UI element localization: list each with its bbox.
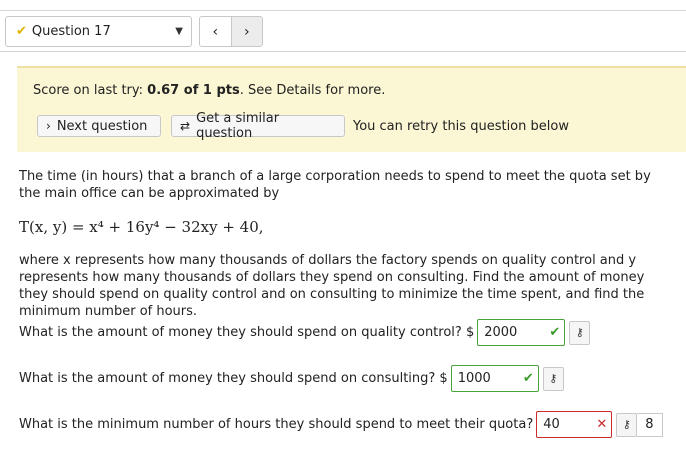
key-icon[interactable]: ⚷ xyxy=(616,412,638,437)
next-question-button[interactable]: › Next question xyxy=(37,115,161,137)
retry-note: You can retry this question below xyxy=(353,119,569,134)
score-value: 0.67 of 1 pts xyxy=(147,83,240,98)
question-text: What is the amount of money they should … xyxy=(19,371,448,386)
problem-where: where x represents how many thousands of… xyxy=(19,253,645,319)
prev-question-button[interactable]: ‹ xyxy=(200,17,232,46)
similar-question-button[interactable]: ⇄ Get a similar question xyxy=(171,111,345,141)
chevron-left-icon: ‹ xyxy=(212,23,219,40)
check-icon: ✔ xyxy=(16,24,27,39)
question-label: Question 17 xyxy=(31,24,111,39)
score-panel: Score on last try: 0.67 of 1 pts. See De… xyxy=(17,66,686,152)
question-row-quality: What is the amount of money they should … xyxy=(19,319,591,346)
answer-input-hours[interactable]: 40 ✕ xyxy=(536,411,613,438)
question-text: What is the amount of money they should … xyxy=(19,325,475,340)
check-icon: ✔ xyxy=(549,325,561,340)
question-nav: ‹ › xyxy=(199,16,263,47)
question-select[interactable]: ✔ Question 17 ▼ xyxy=(5,16,192,47)
question-row-hours: What is the minimum number of hours they… xyxy=(19,411,663,438)
question-text: What is the minimum number of hours they… xyxy=(19,417,534,432)
next-question-nav-button[interactable]: › xyxy=(231,17,262,46)
check-icon: ✔ xyxy=(522,371,534,386)
answer-input-quality[interactable]: 2000 ✔ xyxy=(477,319,566,346)
key-icon[interactable]: ⚷ xyxy=(542,366,564,391)
attempts-badge: 8 xyxy=(637,412,663,437)
chevron-right-icon: › xyxy=(46,119,51,133)
question-row-consulting: What is the amount of money they should … xyxy=(19,365,564,392)
score-text: Score on last try: 0.67 of 1 pts. See De… xyxy=(33,83,386,98)
top-divider xyxy=(0,10,686,11)
header-divider xyxy=(0,51,686,52)
problem-intro: The time (in hours) that a branch of a l… xyxy=(19,169,651,201)
refresh-icon: ⇄ xyxy=(180,119,191,133)
answer-input-consulting[interactable]: 1000 ✔ xyxy=(450,365,539,392)
x-icon: ✕ xyxy=(596,417,608,432)
chevron-right-icon: › xyxy=(243,23,250,40)
formula: T(x, y) = x⁴ + 16y⁴ − 32xy + 40, xyxy=(19,218,264,236)
key-icon[interactable]: ⚷ xyxy=(569,320,591,345)
chevron-down-icon: ▼ xyxy=(175,26,183,37)
